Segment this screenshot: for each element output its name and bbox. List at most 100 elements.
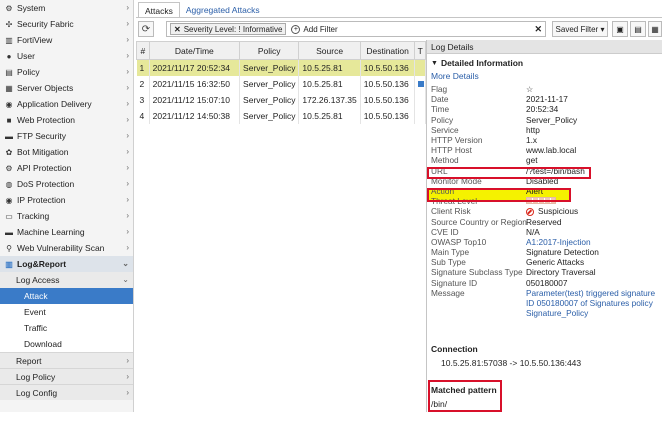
detail-value: Suspicious xyxy=(526,206,578,216)
sidebar-item-bot-mitigation[interactable]: ✿ Bot Mitigation › xyxy=(0,144,133,160)
sidebar-item-ip-protection[interactable]: ◉ IP Protection › xyxy=(0,192,133,208)
chevron-right-icon: › xyxy=(126,356,129,365)
sidebar-item-log-config[interactable]: Log Config › xyxy=(0,384,133,400)
sidebar-item-tracking[interactable]: ▭ Tracking › xyxy=(0,208,133,224)
sidebar-item-server-objects[interactable]: ▦ Server Objects › xyxy=(0,80,133,96)
more-details-link[interactable]: More Details xyxy=(427,71,662,81)
sidebar-item-label: Server Objects xyxy=(17,83,74,93)
detail-row-signature-id: Signature ID 050180007 xyxy=(431,278,662,288)
more-icon[interactable]: ▦ xyxy=(648,21,662,37)
cell-policy: Server_Policy xyxy=(239,75,300,92)
print-icon[interactable]: ▤ xyxy=(630,21,646,37)
column-header-datetime[interactable]: Date/Time xyxy=(148,41,241,60)
sidebar-item-attack[interactable]: Attack xyxy=(0,288,133,304)
chevron-down-icon: ⌄ xyxy=(122,275,129,284)
sidebar-item-ftp-security[interactable]: ▬ FTP Security › xyxy=(0,128,133,144)
sidebar-item-label: IP Protection xyxy=(17,195,66,205)
cell-policy: Server_Policy xyxy=(239,91,300,108)
chevron-right-icon: › xyxy=(126,19,129,28)
column-header-type[interactable]: T xyxy=(414,41,426,60)
saved-filter-dropdown[interactable]: Saved Filter ▾ xyxy=(552,21,608,37)
deny-icon xyxy=(526,208,534,217)
detail-key: HTTP Version xyxy=(431,135,483,146)
sidebar-item-report[interactable]: Report › xyxy=(0,352,133,368)
tab-bar: Attacks Aggregated Attacks xyxy=(138,2,266,18)
detail-value: Generic Attacks xyxy=(526,257,585,268)
column-header-destination[interactable]: Destination xyxy=(359,41,416,60)
detail-row-message: Message Parameter(test) triggered signatu… xyxy=(431,288,662,318)
table-row[interactable]: 4 2021/11/12 14:50:38 Server_Policy 10.5.25… xyxy=(136,107,426,124)
sidebar-item-api-protection[interactable]: ⚙ API Protection › xyxy=(0,160,133,176)
column-header-policy[interactable]: Policy xyxy=(239,41,300,60)
matched-pattern-title: Matched pattern xyxy=(431,385,497,395)
scan-icon: ⚲ xyxy=(6,243,12,253)
toolbar: ⟳ ✕ Severity Level: ! Informative + Add … xyxy=(138,21,662,37)
client-risk-value: Suspicious xyxy=(538,206,579,217)
remove-filter-icon[interactable]: ✕ xyxy=(174,25,181,34)
cell-destination: 10.5.50.136 xyxy=(360,59,416,76)
sidebar-item-application-delivery[interactable]: ◉ Application Delivery › xyxy=(0,96,133,112)
sidebar-item-label: Event xyxy=(24,307,46,317)
chevron-right-icon: › xyxy=(126,147,129,156)
detail-value[interactable]: A1:2017-Injection xyxy=(526,237,591,247)
chevron-right-icon: › xyxy=(126,115,129,124)
detail-value: 1.x xyxy=(526,135,538,146)
cell-datetime: 2021/11/17 20:52:34 xyxy=(149,59,241,76)
report-icon: ▥ xyxy=(5,259,13,269)
chevron-right-icon: › xyxy=(126,211,129,220)
sidebar-item-log-access[interactable]: Log Access ⌄ xyxy=(0,272,133,288)
plus-icon: + xyxy=(291,24,301,34)
add-filter-button[interactable]: + Add Filter xyxy=(291,24,338,34)
cell-destination: 10.5.50.136 xyxy=(360,91,416,108)
detail-row-owasp-top10: OWASP Top10 A1:2017-Injection xyxy=(431,237,662,247)
filter-bar[interactable]: ✕ Severity Level: ! Informative + Add Fi… xyxy=(166,21,546,37)
bot-icon: ✿ xyxy=(5,147,13,157)
save-icon[interactable]: ▣ xyxy=(612,21,628,37)
detail-row-cve-id: CVE ID N/A xyxy=(431,227,662,237)
sidebar-item-policy[interactable]: ▤ Policy › xyxy=(0,64,133,80)
refresh-button[interactable]: ⟳ xyxy=(138,21,154,37)
sidebar-item-web-protection[interactable]: ■ Web Protection › xyxy=(0,112,133,128)
detail-value: get xyxy=(526,155,538,166)
tracking-icon: ▭ xyxy=(5,211,13,221)
sidebar-item-fortiview[interactable]: ▥ FortiView › xyxy=(0,32,133,48)
sidebar-item-system[interactable]: ⚙ System › xyxy=(0,0,133,16)
cell-type xyxy=(414,75,426,92)
sidebar-item-machine-learning[interactable]: ▬ Machine Learning › xyxy=(0,224,133,240)
table-row[interactable]: 1 2021/11/17 20:52:34 Server_Policy 10.5.25… xyxy=(136,59,426,76)
cell-destination: 10.5.50.136 xyxy=(360,75,416,92)
chevron-right-icon: › xyxy=(126,388,129,397)
column-header-number[interactable]: # xyxy=(136,41,150,60)
sidebar-item-label: User xyxy=(17,51,35,61)
detail-row-date: Date 2021-11-17 xyxy=(431,94,662,104)
sidebar-item-download[interactable]: Download xyxy=(0,336,133,352)
table-row[interactable]: 3 2021/11/12 15:07:10 Server_Policy 172.26.… xyxy=(136,91,426,108)
sidebar-item-traffic[interactable]: Traffic xyxy=(0,320,133,336)
star-icon[interactable]: ☆ xyxy=(526,85,533,94)
sidebar-item-security-fabric[interactable]: ✣ Security Fabric › xyxy=(0,16,133,32)
column-header-source[interactable]: Source xyxy=(298,41,361,60)
detail-key: HTTP Host xyxy=(431,145,472,156)
detail-value: 2021-11-17 xyxy=(526,94,568,105)
sidebar-item-web-vulnerability-scan[interactable]: ⚲ Web Vulnerability Scan › xyxy=(0,240,133,256)
table-row[interactable]: 2 2021/11/15 16:32:50 Server_Policy 10.5.25… xyxy=(136,75,426,92)
sidebar-item-label: Web Vulnerability Scan xyxy=(17,243,105,253)
log-details-header: Log Details xyxy=(427,40,662,54)
chevron-right-icon: › xyxy=(126,372,129,381)
sidebar: ⚙ System › ✣ Security Fabric › ▥ FortiView › ● Use… xyxy=(0,0,134,412)
sidebar-item-user[interactable]: ● User › xyxy=(0,48,133,64)
sidebar-item-event[interactable]: Event xyxy=(0,304,133,320)
chevron-down-icon: ⌄ xyxy=(122,259,129,268)
tab-aggregated-attacks[interactable]: Aggregated Attacks xyxy=(180,2,266,18)
server-icon: ▦ xyxy=(5,83,13,93)
sidebar-item-log-report[interactable]: ▥ Log&Report ⌄ xyxy=(0,256,133,272)
filter-chip[interactable]: ✕ Severity Level: ! Informative xyxy=(170,23,287,35)
detail-value[interactable]: Parameter(test) triggered signature ID 0… xyxy=(526,288,661,318)
tab-attacks[interactable]: Attacks xyxy=(138,2,180,18)
sidebar-item-label: Log Config xyxy=(16,387,58,398)
sidebar-item-log-policy[interactable]: Log Policy › xyxy=(0,368,133,384)
clear-filter-icon[interactable]: ✕ xyxy=(534,24,542,35)
detailed-information-toggle[interactable]: ▼ Detailed Information xyxy=(427,58,662,68)
sidebar-item-label: Attack xyxy=(24,291,48,301)
sidebar-item-dos-protection[interactable]: ◍ DoS Protection › xyxy=(0,176,133,192)
